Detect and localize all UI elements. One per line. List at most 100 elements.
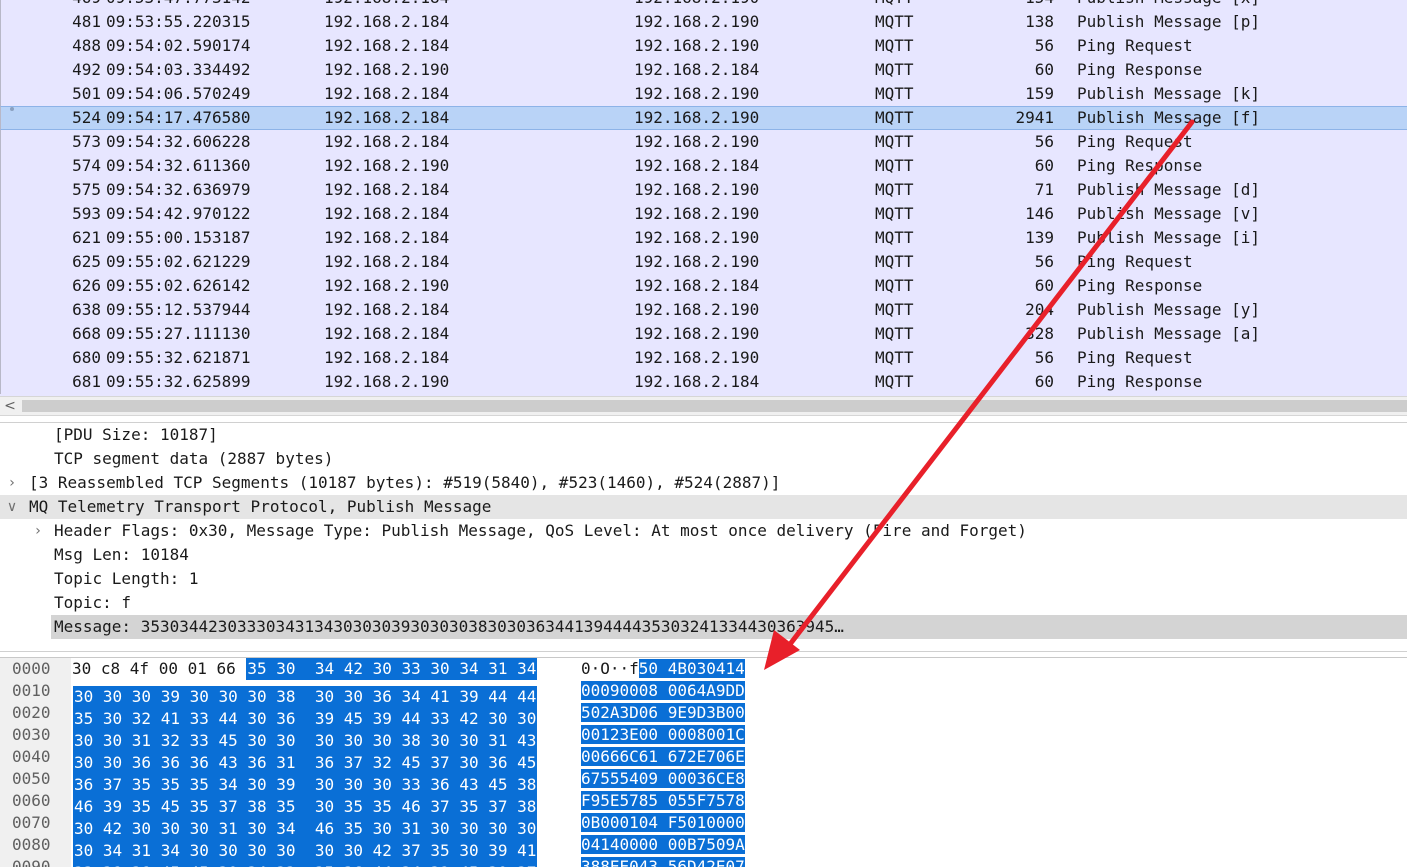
ascii-bytes[interactable]: F95E5785 055F7578 xyxy=(581,790,745,812)
tree-item-selected[interactable]: Message: 3530344230333034313430303039303… xyxy=(0,615,1407,639)
ascii-selected[interactable]: 50 4B030414 xyxy=(638,659,745,678)
ascii-selected[interactable]: 00666C61 672E706E xyxy=(581,747,745,766)
packet-details-pane[interactable]: [PDU Size: 10187] TCP segment data (2887 … xyxy=(0,422,1407,652)
packet-protocol: MQTT xyxy=(875,108,914,127)
hex-bytes-selected[interactable]: 35 30 34 42 30 33 30 34 31 34 xyxy=(246,658,538,680)
packet-length: 56 xyxy=(1034,36,1054,55)
packet-protocol: MQTT xyxy=(875,348,914,367)
hex-bytes[interactable]: 30 30 31 32 33 45 30 30 30 30 30 38 30 3… xyxy=(71,724,538,752)
hex-bytes-selected[interactable]: 33 38 38 45 45 30 34 33 35 36 44 34 32 4… xyxy=(73,862,538,867)
packet-source: 192.168.2.184 xyxy=(324,36,450,55)
tree-item[interactable]: TCP segment data (2887 bytes) xyxy=(0,447,1407,471)
packet-destination: 192.168.2.184 xyxy=(634,372,760,391)
ascii-selected[interactable]: 67555409 00036CE8 xyxy=(581,769,745,788)
packet-info: Publish Message [i] xyxy=(1077,228,1261,247)
table-row[interactable]: 501 09:54:06.570249 192.168.2.184 192.168.2… xyxy=(0,82,1407,106)
tree-item[interactable]: › Header Flags: 0x30, Message Type: Publi… xyxy=(0,519,1407,543)
chevron-right-icon[interactable]: › xyxy=(31,519,45,543)
ascii-selected[interactable]: 0B000104 F5010000 xyxy=(581,813,745,832)
packet-list-hscrollbar[interactable]: < xyxy=(0,396,1407,416)
ascii-bytes[interactable]: 502A3D06 9E9D3B00 xyxy=(581,702,745,724)
tree-item-label: [3 Reassembled TCP Segments (10187 bytes… xyxy=(29,473,781,492)
packet-protocol: MQTT xyxy=(875,132,914,151)
packet-protocol: MQTT xyxy=(875,156,914,175)
hex-bytes[interactable]: 46 39 35 45 35 37 38 35 30 35 35 46 37 3… xyxy=(71,790,538,818)
table-row[interactable]: 492 09:54:03.334492 192.168.2.190 192.168.2… xyxy=(0,58,1407,82)
tree-item-label: [PDU Size: 10187] xyxy=(54,425,218,444)
hex-bytes[interactable]: 33 38 38 45 45 30 34 33 35 36 44 34 32 4… xyxy=(71,856,538,867)
tree-item[interactable]: ∨ MQ Telemetry Transport Protocol, Publis… xyxy=(0,495,1407,519)
scrollbar-thumb[interactable] xyxy=(22,400,1407,412)
table-row-selected[interactable]: 524 09:54:17.476580 192.168.2.184 192.168.2… xyxy=(0,106,1407,130)
table-row[interactable]: 593 09:54:42.970122 192.168.2.184 192.168.2… xyxy=(0,202,1407,226)
table-row[interactable]: 625 09:55:02.621229 192.168.2.184 192.168.2… xyxy=(0,250,1407,274)
packet-protocol: MQTT xyxy=(875,204,914,223)
table-row[interactable]: 481 09:53:55.220315 192.168.2.184 192.168.2… xyxy=(0,10,1407,34)
packet-length: 56 xyxy=(1034,132,1054,151)
ascii-selected[interactable]: F95E5785 055F7578 xyxy=(581,791,745,810)
packet-length: 60 xyxy=(1034,156,1054,175)
tree-item[interactable]: › [3 Reassembled TCP Segments (10187 byte… xyxy=(0,471,1407,495)
tree-item[interactable]: Msg Len: 10184 xyxy=(0,543,1407,567)
hex-bytes[interactable]: 30 30 36 36 36 43 36 31 36 37 32 45 37 3… xyxy=(71,746,538,774)
ascii-selected[interactable]: 00123E00 0008001C xyxy=(581,725,745,744)
table-row[interactable]: 573 09:54:32.606228 192.168.2.184 192.168.2… xyxy=(0,130,1407,154)
table-row[interactable]: 488 09:54:02.590174 192.168.2.184 192.168.2… xyxy=(0,34,1407,58)
packet-list[interactable]: 469 09:53:47.773142 192.168.2.184 192.168.2… xyxy=(0,0,1407,396)
table-row[interactable]: 681 09:55:32.625899 192.168.2.190 192.168.2… xyxy=(0,370,1407,394)
ascii-selected[interactable]: 00090008 0064A9DD xyxy=(581,681,745,700)
packet-length: 2941 xyxy=(1015,108,1054,127)
ascii-bytes[interactable]: 04140000 00B7509A xyxy=(581,834,745,856)
table-row[interactable]: 638 09:55:12.537944 192.168.2.184 192.168.2… xyxy=(0,298,1407,322)
hex-bytes[interactable]: 35 30 32 41 33 44 30 36 39 45 39 44 33 4… xyxy=(71,702,538,730)
hex-bytes[interactable]: 30 c8 4f 00 01 66 35 30 34 42 30 33 30 3… xyxy=(71,658,538,680)
ascii-selected[interactable]: 502A3D06 9E9D3B00 xyxy=(581,703,745,722)
table-row[interactable]: 668 09:55:27.111130 192.168.2.184 192.168.2… xyxy=(0,322,1407,346)
hex-row: 0050 36 37 35 35 35 34 30 39 30 30 30 33 … xyxy=(0,768,1407,796)
ascii-bytes[interactable]: 00090008 0064A9DD xyxy=(581,680,745,702)
ascii-bytes[interactable]: 388EE043 56D42E07 xyxy=(581,856,745,867)
tree-item[interactable]: Topic Length: 1 xyxy=(0,567,1407,591)
packet-time: 09:54:17.476580 xyxy=(106,108,251,127)
packet-length: 204 xyxy=(1025,300,1054,319)
packet-number: 481 xyxy=(72,12,101,31)
packet-length: 154 xyxy=(991,0,1054,10)
ascii-bytes[interactable]: 0·O··f50 4B030414 xyxy=(581,658,745,680)
ascii-selected[interactable]: 04140000 00B7509A xyxy=(581,835,745,854)
packet-time: 09:55:02.621229 xyxy=(106,252,251,271)
packet-protocol: MQTT xyxy=(875,36,914,55)
packet-destination: 192.168.2.190 xyxy=(634,84,760,103)
packet-protocol: MQTT xyxy=(875,324,914,343)
tree-item[interactable]: [PDU Size: 10187] xyxy=(0,423,1407,447)
table-row[interactable]: 574 09:54:32.611360 192.168.2.190 192.168.2… xyxy=(0,154,1407,178)
packet-number: 593 xyxy=(72,204,101,223)
packet-length: 56 xyxy=(1034,348,1054,367)
ascii-bytes[interactable]: 00666C61 672E706E xyxy=(581,746,745,768)
hex-bytes[interactable]: 30 42 30 30 30 31 30 34 46 35 30 31 30 3… xyxy=(71,812,538,840)
packet-length: 71 xyxy=(1034,180,1054,199)
chevron-right-icon[interactable]: › xyxy=(5,471,19,495)
packet-length: 60 xyxy=(1034,276,1054,295)
packet-destination: 192.168.2.190 xyxy=(634,108,760,127)
table-row[interactable]: 680 09:55:32.621871 192.168.2.184 192.168.2… xyxy=(0,346,1407,370)
hex-bytes[interactable]: 36 37 35 35 35 34 30 39 30 30 30 33 36 4… xyxy=(71,768,538,796)
ascii-bytes[interactable]: 0B000104 F5010000 xyxy=(581,812,745,834)
tree-item[interactable]: Topic: f xyxy=(0,591,1407,615)
hex-bytes-plain: 30 c8 4f 00 01 66 xyxy=(71,658,247,680)
ascii-bytes[interactable]: 67555409 00036CE8 xyxy=(581,768,745,790)
packet-bytes-pane[interactable]: 0000 30 c8 4f 00 01 66 35 30 34 42 30 33 … xyxy=(0,657,1407,867)
hex-bytes[interactable]: 30 30 30 39 30 30 30 38 30 30 36 34 41 3… xyxy=(71,680,538,708)
hex-bytes[interactable]: 30 34 31 34 30 30 30 30 30 30 42 37 35 3… xyxy=(71,834,538,862)
ascii-selected[interactable]: 388EE043 56D42E07 xyxy=(581,857,745,867)
hex-row: 0080 30 34 31 34 30 30 30 30 30 30 42 37 … xyxy=(0,834,1407,862)
table-row[interactable]: 575 09:54:32.636979 192.168.2.184 192.168.2… xyxy=(0,178,1407,202)
chevron-down-icon[interactable]: ∨ xyxy=(5,495,19,519)
hex-row: 0070 30 42 30 30 30 31 30 34 46 35 30 31 … xyxy=(0,812,1407,840)
table-row[interactable]: 626 09:55:02.626142 192.168.2.190 192.168.2… xyxy=(0,274,1407,298)
ascii-bytes[interactable]: 00123E00 0008001C xyxy=(581,724,745,746)
table-row[interactable]: 621 09:55:00.153187 192.168.2.184 192.168.2… xyxy=(0,226,1407,250)
scroll-left-icon[interactable]: < xyxy=(2,397,18,415)
table-row[interactable]: 469 09:53:47.773142 192.168.2.184 192.168.2… xyxy=(0,0,1407,10)
packet-time: 09:53:47.773142 xyxy=(106,0,251,10)
packet-rows: 469 09:53:47.773142 192.168.2.184 192.168.2… xyxy=(0,0,1407,394)
